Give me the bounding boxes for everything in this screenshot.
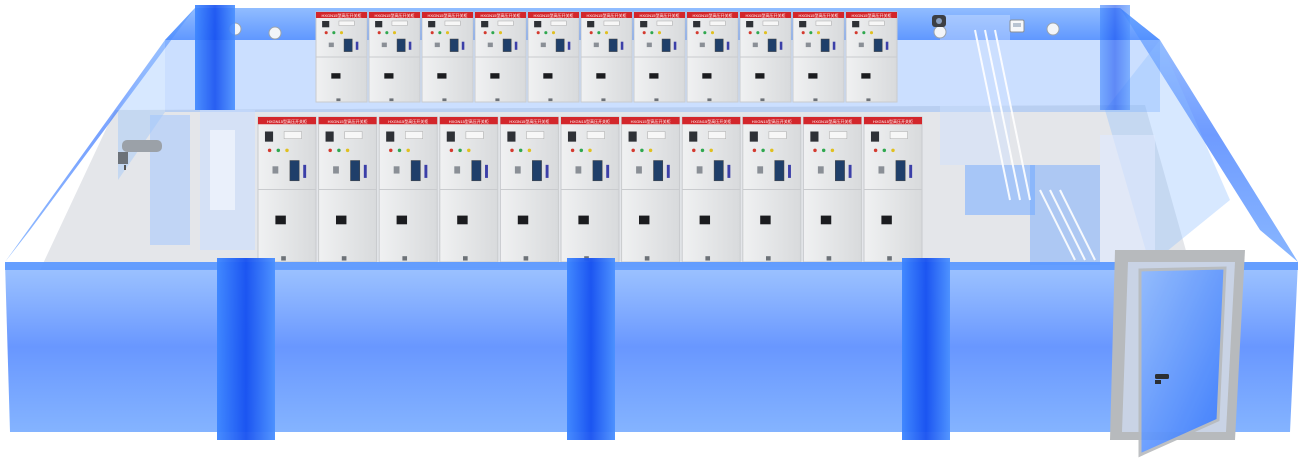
back-row-cabinet[interactable]: HXGN15型高压开关柜	[368, 11, 421, 103]
cabinet-header-label: HXGN15型高压开关柜	[752, 118, 792, 124]
cabinet-header-label: HXGN15型高压开关柜	[639, 12, 679, 18]
pillar	[195, 5, 235, 110]
front-row-cabinet[interactable]: HXGN15型高压开关柜	[378, 116, 438, 263]
front-row-cabinet[interactable]: HXGN15型高压开关柜	[742, 116, 802, 263]
front-row-cabinet[interactable]: HXGN15型高压开关柜	[318, 116, 378, 263]
back-row-cabinet[interactable]: HXGN15型高压开关柜	[686, 11, 739, 103]
cabinet-header-label: HXGN15型高压开关柜	[692, 12, 732, 18]
pillar	[567, 258, 615, 440]
front-row-cabinet[interactable]: HXGN15型高压开关柜	[499, 116, 559, 263]
front-row-cabinets: HXGN15型高压开关柜 HXGN15型高压开关柜 HXGN15型高压开关柜 HXGN…	[257, 116, 923, 263]
cabinet-header-label: HXGN15型高压开关柜	[873, 118, 913, 124]
back-row-cabinet[interactable]: HXGN15型高压开关柜	[315, 11, 368, 103]
front-row-cabinet[interactable]: HXGN15型高压开关柜	[863, 116, 923, 263]
cabinet-header-label: HXGN15型高压开关柜	[267, 118, 307, 124]
front-wall	[5, 262, 1298, 432]
cabinet-header-label: HXGN15型高压开关柜	[812, 118, 852, 124]
switchgear-room-scene: HXGN15型高压开关柜 HXGN15型高压开关柜 HXGN15型高压开关柜 HXGN…	[0, 0, 1302, 459]
cabinet-header-label: HXGN15型高压开关柜	[586, 12, 626, 18]
front-row-cabinet[interactable]: HXGN15型高压开关柜	[681, 116, 741, 263]
back-row-cabinet[interactable]: HXGN15型高压开关柜	[792, 11, 845, 103]
cabinet-header-label: HXGN15型高压开关柜	[388, 118, 428, 124]
left-equipment	[150, 110, 255, 250]
cabinet-header-label: HXGN15型高压开关柜	[631, 118, 671, 124]
back-row-cabinet[interactable]: HXGN15型高压开关柜	[527, 11, 580, 103]
pillar	[902, 258, 950, 440]
front-row-cabinet[interactable]: HXGN15型高压开关柜	[439, 116, 499, 263]
cabinet-header-label: HXGN15型高压开关柜	[449, 118, 489, 124]
thermostat-icon	[1009, 19, 1025, 33]
pillar	[1100, 5, 1130, 110]
cabinet-header-label: HXGN15型高压开关柜	[745, 12, 785, 18]
cabinet-header-label: HXGN15型高压开关柜	[374, 12, 414, 18]
pillar	[217, 258, 275, 440]
front-row-cabinet[interactable]: HXGN15型高压开关柜	[802, 116, 862, 263]
cabinet-header-label: HXGN15型高压开关柜	[480, 12, 520, 18]
cabinet-header-label: HXGN15型高压开关柜	[851, 12, 891, 18]
cabinet-header-label: HXGN15型高压开关柜	[691, 118, 731, 124]
back-row-cabinet[interactable]: HXGN15型高压开关柜	[474, 11, 527, 103]
back-row-cabinets: HXGN15型高压开关柜 HXGN15型高压开关柜 HXGN15型高压开关柜 HXGN…	[315, 11, 898, 103]
cabinet-header-label: HXGN15型高压开关柜	[328, 118, 368, 124]
ceiling-light	[933, 25, 947, 39]
cabinet-header-label: HXGN15型高压开关柜	[427, 12, 467, 18]
room-render: HXGN15型高压开关柜 HXGN15型高压开关柜 HXGN15型高压开关柜 HXGN…	[5, 5, 1298, 458]
cabinet-header-label: HXGN15型高压开关柜	[321, 12, 361, 18]
cabinet-header-label: HXGN15型高压开关柜	[509, 118, 549, 124]
back-row-cabinet[interactable]: HXGN15型高压开关柜	[633, 11, 686, 103]
ceiling-light	[268, 26, 282, 40]
entrance-door[interactable]	[1110, 250, 1245, 458]
front-wall-top-edge	[5, 262, 1298, 270]
cabinet-header-label: HXGN15型高压开关柜	[533, 12, 573, 18]
back-row-cabinet[interactable]: HXGN15型高压开关柜	[739, 11, 792, 103]
front-row-cabinet[interactable]: HXGN15型高压开关柜	[621, 116, 681, 263]
front-row-cabinet[interactable]: HXGN15型高压开关柜	[257, 116, 317, 263]
cabinet-header-label: HXGN15型高压开关柜	[798, 12, 838, 18]
back-row-cabinet[interactable]: HXGN15型高压开关柜	[580, 11, 633, 103]
front-row-cabinet[interactable]: HXGN15型高压开关柜	[560, 116, 620, 263]
cabinet-header-label: HXGN15型高压开关柜	[570, 118, 610, 124]
ceiling-light	[1046, 22, 1060, 36]
back-row-cabinet[interactable]: HXGN15型高压开关柜	[845, 11, 898, 103]
camera-icon	[932, 15, 946, 27]
back-row-cabinet[interactable]: HXGN15型高压开关柜	[421, 11, 474, 103]
